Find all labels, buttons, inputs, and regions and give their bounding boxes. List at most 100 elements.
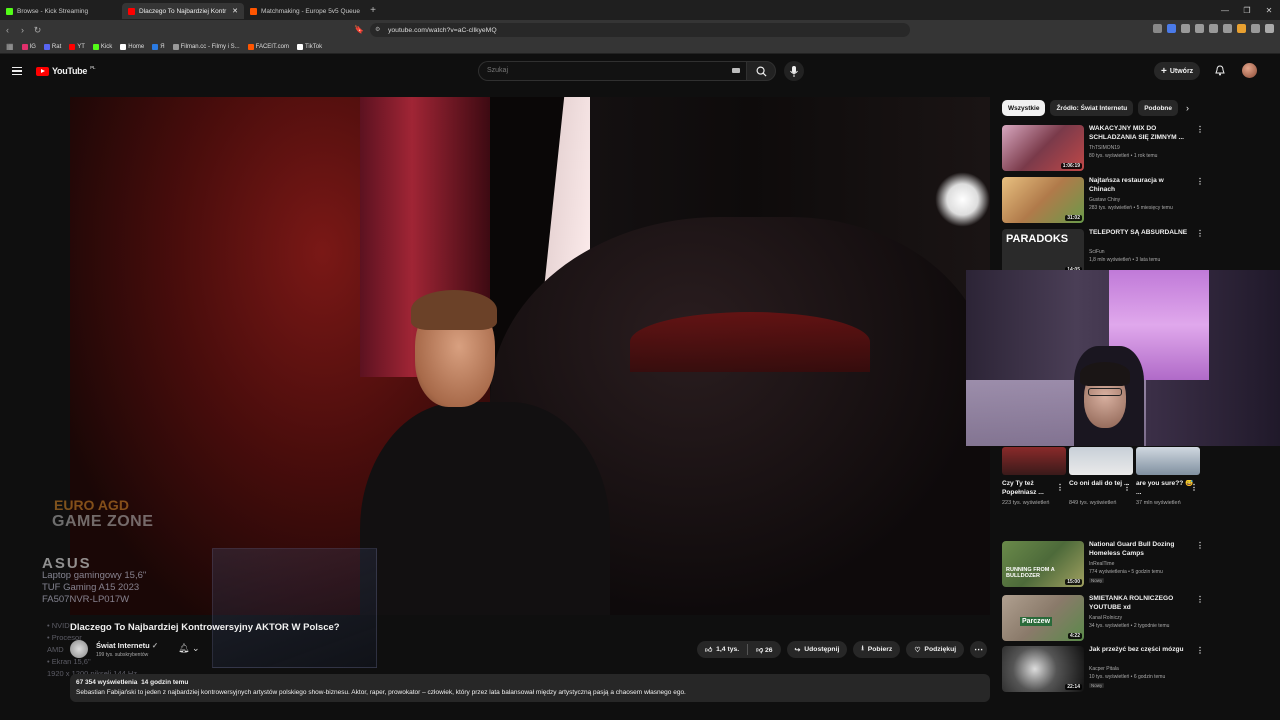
faceit-icon <box>250 7 257 15</box>
bell-icon: 🔔︎ <box>178 643 190 653</box>
forward-icon[interactable]: › <box>15 25 30 35</box>
bookmark-ig[interactable]: IG <box>21 43 36 50</box>
video-thumbnail[interactable]: PARADOKS 14:05 <box>1002 229 1084 275</box>
video-thumbnail[interactable]: 31:02 <box>1002 177 1084 223</box>
more-options-icon[interactable]: ⋮ <box>1123 483 1131 492</box>
recommended-video[interactable]: 22:14 Jak przeżyć bez części mózgu Kacpe… <box>1002 646 1204 694</box>
like-button[interactable]: 👍︎ 1,4 tys. 👎︎ 26 <box>697 641 781 658</box>
chip-source[interactable]: Źródło: Świat Internetu <box>1050 100 1134 116</box>
notifications-bell-icon[interactable] <box>1215 65 1225 76</box>
video-player[interactable] <box>70 97 990 615</box>
video-thumbnail[interactable]: 22:14 <box>1002 646 1084 692</box>
video-thumbnail[interactable]: 1:06:19 <box>1002 125 1084 171</box>
short-item[interactable]: are you sure?? 😅 ... 37 mln wyświetleń <box>1136 447 1200 507</box>
subscribed-bell-button[interactable]: 🔔︎ ⌄ <box>178 643 200 654</box>
back-icon[interactable]: ‹ <box>0 25 15 35</box>
search-input[interactable]: Szukaj <box>478 61 746 81</box>
more-options-icon[interactable]: ⋮ <box>1056 483 1064 492</box>
more-options-icon[interactable]: ⋮ <box>1196 125 1204 134</box>
youtube-logo[interactable]: YouTube PL <box>36 65 96 76</box>
extension-icon[interactable] <box>1181 24 1190 33</box>
channel-name: Kanał Rolniczy <box>1089 615 1123 621</box>
new-tab-button[interactable]: + <box>366 5 380 16</box>
channel-name[interactable]: Świat Internetu ✓ <box>96 641 158 650</box>
tab-title: Dlaczego To Najbardziej Kontr <box>139 7 227 15</box>
short-item[interactable]: Czy Ty też Popełniasz ... 223 tys. wyświ… <box>1002 447 1066 507</box>
extension-icon[interactable] <box>1167 24 1176 33</box>
extension-icon[interactable] <box>1153 24 1162 33</box>
hamburger-menu-icon[interactable] <box>12 67 22 75</box>
tab-title: Browse - Kick Streaming <box>17 7 89 15</box>
keyboard-icon[interactable] <box>732 68 740 73</box>
thanks-button[interactable]: ♡ Podziękuj <box>906 641 965 658</box>
recommended-video[interactable]: Parczew 4:22 ŚMIETANKA ROLNICZEGO YOUTUB… <box>1002 595 1204 643</box>
account-avatar[interactable] <box>1242 63 1257 78</box>
extension-icon[interactable] <box>1237 24 1246 33</box>
extension-icon[interactable] <box>1195 24 1204 33</box>
more-options-icon[interactable]: ⋮ <box>1196 177 1204 186</box>
menu-icon[interactable] <box>1265 24 1274 33</box>
create-button[interactable]: + Utwórz <box>1154 62 1201 80</box>
more-options-icon[interactable]: ⋮ <box>1196 595 1204 604</box>
video-thumbnail[interactable]: Parczew 4:22 <box>1002 595 1084 641</box>
bookmark-icon[interactable]: 🔖 <box>354 25 364 34</box>
video-title: Jak przeżyć bez części mózgu <box>1089 646 1184 653</box>
reload-icon[interactable]: ↻ <box>30 25 45 36</box>
bookmark-kick[interactable]: Kick <box>92 43 112 50</box>
new-badge: Nowy <box>1089 683 1105 688</box>
more-options-icon[interactable]: ⋮ <box>1196 541 1204 550</box>
url-text: youtube.com/watch?v=aC-cllkyeMQ <box>388 26 497 34</box>
dislike-button[interactable]: 👎︎ 26 <box>756 646 772 654</box>
site-info-icon[interactable]: ⚙ <box>375 26 380 33</box>
extension-icon[interactable] <box>1251 24 1260 33</box>
search-button[interactable] <box>746 61 776 81</box>
bookmark-ya[interactable]: Я <box>152 43 165 50</box>
download-button[interactable]: ⭳ Pobierz <box>853 641 901 658</box>
close-tab-icon[interactable]: ✕ <box>232 7 238 15</box>
url-field[interactable]: ⚙ youtube.com/watch?v=aC-cllkyeMQ <box>370 23 910 37</box>
bookmarks-bar: ▦ IG Rat YT Kick Home Я Filman.cc - Film… <box>0 40 1280 54</box>
scrollbar[interactable] <box>1274 62 1278 692</box>
verified-icon: ✓ <box>151 641 159 650</box>
channel-avatar[interactable] <box>70 640 88 658</box>
more-actions-button[interactable]: ⋯ <box>970 641 988 658</box>
recommended-video[interactable]: RUNNING FROM A BULLDOZER 15:00 National … <box>1002 541 1204 589</box>
bookmark-filman[interactable]: Filman.cc - Filmy i S... <box>172 43 240 50</box>
short-item[interactable]: Co oni dali do tej ... 849 tys. wyświetl… <box>1069 447 1133 507</box>
restore-button[interactable]: ❐ <box>1236 6 1258 15</box>
share-button[interactable]: ↪ Udostępnij <box>786 641 848 658</box>
description-box[interactable]: 67 354 wyświetlenia 14 godzin temu Sebas… <box>70 674 990 702</box>
minimize-button[interactable]: — <box>1214 6 1236 15</box>
more-options-icon[interactable]: ⋮ <box>1196 229 1204 238</box>
tab-faceit[interactable]: Matchmaking - Europe 5v5 Queue <box>244 3 366 19</box>
more-options-icon[interactable]: ⋮ <box>1190 483 1198 492</box>
extension-icon[interactable] <box>1209 24 1218 33</box>
video-thumbnail[interactable]: RUNNING FROM A BULLDOZER 15:00 <box>1002 541 1084 587</box>
tab-kick[interactable]: Browse - Kick Streaming <box>0 3 122 19</box>
close-window-button[interactable]: ✕ <box>1258 6 1280 15</box>
video-title: Dlaczego To Najbardziej Kontrowersyjny A… <box>70 622 340 633</box>
video-title: National Guard Bull Dozing Homeless Camp… <box>1089 541 1175 557</box>
recommended-video[interactable]: 31:02 Najtańsza restauracja w Chinach Gu… <box>1002 177 1204 225</box>
video-title: ŚMIETANKA ROLNICZEGO YOUTUBE xd <box>1089 595 1174 611</box>
overlay-ad-text: ASUS Laptop gamingowy 15,6" TUF Gaming A… <box>42 555 147 605</box>
voice-search-button[interactable] <box>784 61 804 81</box>
extension-icon[interactable] <box>1223 24 1232 33</box>
apps-icon[interactable]: ▦ <box>6 42 14 51</box>
bookmark-tiktok[interactable]: TikTok <box>296 43 322 50</box>
short-thumbnail <box>1002 447 1066 475</box>
recommended-video[interactable]: 1:06:19 WAKACYJNY MIX DO SCHLADZANIA SIĘ… <box>1002 125 1204 173</box>
more-options-icon[interactable]: ⋮ <box>1196 646 1204 655</box>
chevron-right-icon[interactable]: › <box>1186 103 1189 113</box>
bookmark-faceit[interactable]: FACEIT.com <box>247 43 289 50</box>
bookmark-home[interactable]: Home <box>120 43 144 50</box>
chip-related[interactable]: Podobne <box>1138 100 1179 116</box>
bookmark-rat[interactable]: Rat <box>43 43 61 50</box>
youtube-play-icon <box>36 66 49 76</box>
description-text: Sebastian Fabijański to jeden z najbardz… <box>76 689 686 696</box>
chip-all[interactable]: Wszystkie <box>1002 100 1046 116</box>
youtube-header: YouTube PL Szukaj + Utwórz <box>0 54 1280 90</box>
address-bar-row: ‹ › ↻ 🔖 ⚙ youtube.com/watch?v=aC-cllkyeM… <box>0 20 1280 40</box>
tab-youtube[interactable]: Dlaczego To Najbardziej Kontr ✕ <box>122 3 244 19</box>
bookmark-yt[interactable]: YT <box>69 43 85 50</box>
